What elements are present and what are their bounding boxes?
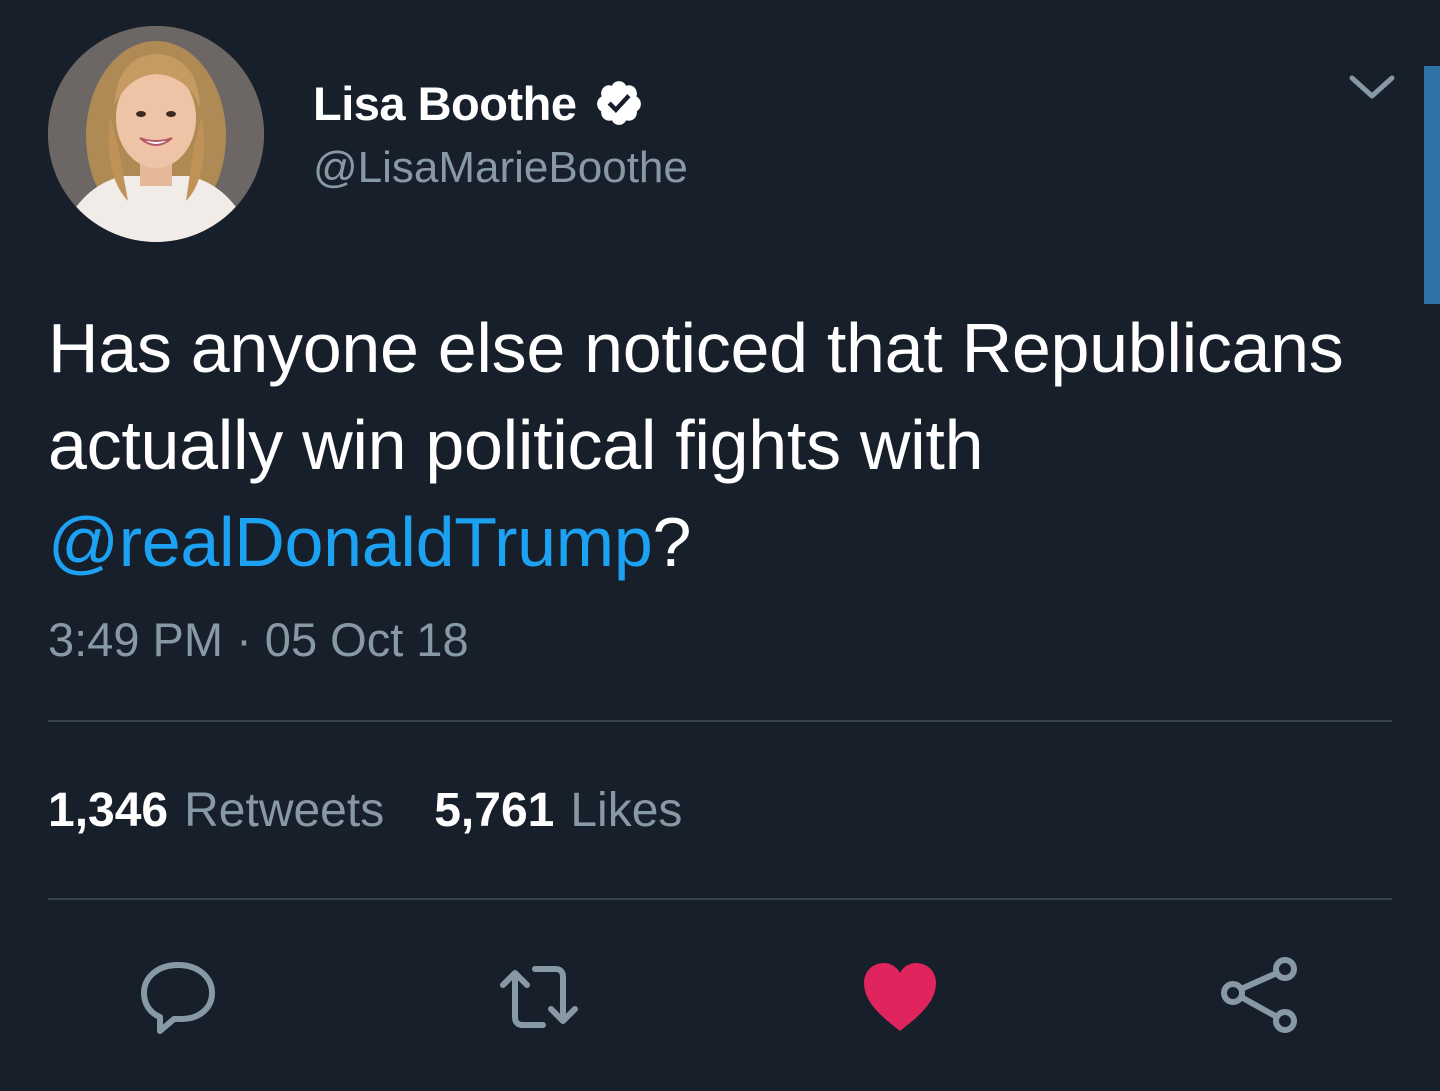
- divider: [48, 898, 1392, 900]
- like-button[interactable]: [858, 955, 942, 1039]
- likes-count: 5,761: [434, 784, 555, 837]
- retweets-stat[interactable]: 1,346 Retweets: [48, 783, 384, 838]
- reply-button[interactable]: [136, 955, 220, 1039]
- tweet-text: Has anyone else noticed that Republicans…: [48, 300, 1388, 591]
- tweet-timestamp[interactable]: 3:49 PM · 05 Oct 18: [48, 612, 469, 667]
- likes-label: Likes: [570, 784, 683, 837]
- tweet-text-after: ?: [652, 503, 692, 581]
- reply-icon: [141, 962, 215, 1034]
- verified-badge-icon: [597, 81, 642, 125]
- heart-icon: [864, 963, 936, 1031]
- retweets-count: 1,346: [48, 784, 169, 837]
- chevron-down-icon[interactable]: [1346, 66, 1398, 106]
- likes-stat[interactable]: 5,761 Likes: [434, 783, 682, 838]
- engagement-stats: 1,346 Retweets 5,761 Likes: [48, 783, 682, 838]
- scrollbar[interactable]: [1424, 66, 1440, 304]
- retweets-label: Retweets: [184, 784, 385, 837]
- display-name[interactable]: Lisa Boothe: [313, 76, 577, 131]
- tweet-text-before: Has anyone else noticed that Republicans…: [48, 309, 1344, 484]
- share-button[interactable]: [1217, 955, 1301, 1039]
- retweet-button[interactable]: [497, 955, 581, 1039]
- retweet-icon: [500, 966, 578, 1028]
- avatar[interactable]: [48, 26, 264, 242]
- mention-link[interactable]: @realDonaldTrump: [48, 503, 653, 581]
- author-name-row[interactable]: Lisa Boothe: [313, 72, 644, 134]
- author-handle[interactable]: @LisaMarieBoothe: [313, 143, 688, 193]
- avatar-image: [48, 26, 264, 242]
- share-icon: [1221, 957, 1297, 1033]
- divider: [48, 720, 1392, 722]
